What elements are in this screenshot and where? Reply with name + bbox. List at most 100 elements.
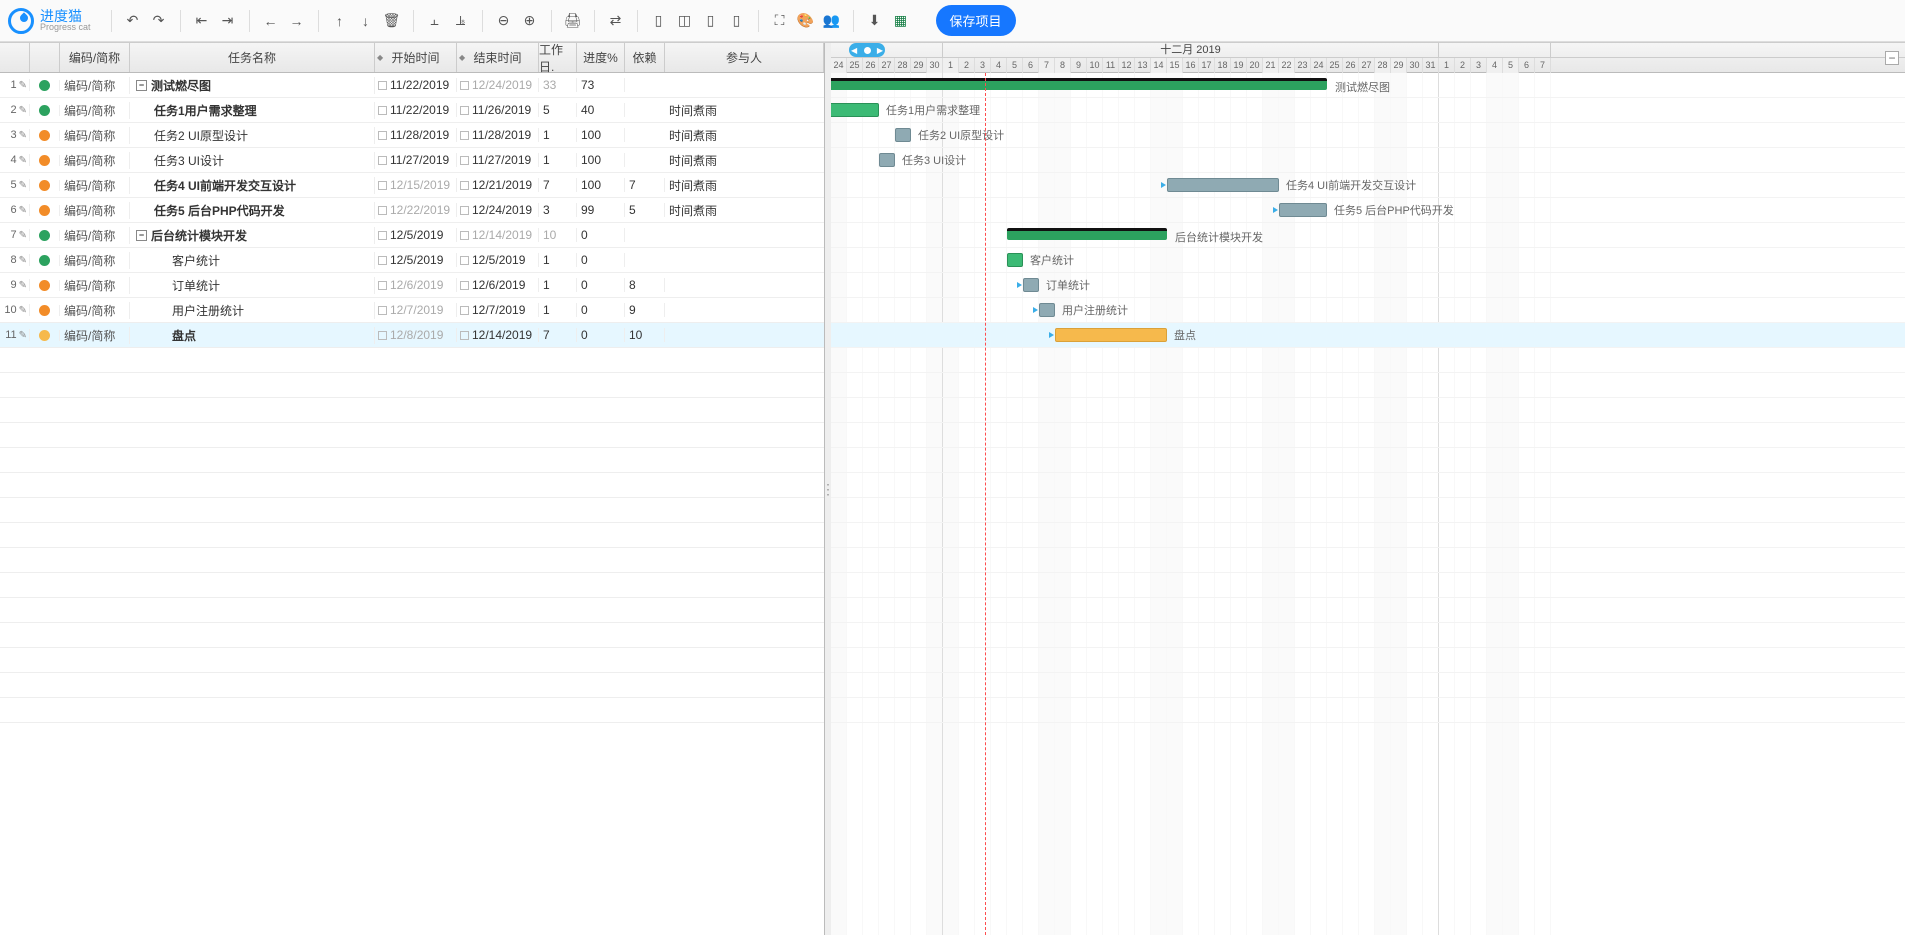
gantt-row[interactable]	[831, 473, 1905, 498]
people-cell[interactable]: 时间煮雨	[665, 127, 805, 144]
dep-cell[interactable]: 10	[625, 328, 665, 342]
days-cell[interactable]: 1	[539, 253, 577, 267]
edit-icon[interactable]: ✎	[19, 80, 27, 91]
start-cell[interactable]: 12/15/2019	[375, 178, 457, 192]
code-cell[interactable]: 编码/简称	[60, 302, 130, 319]
gantt-bar[interactable]: 用户注册统计	[1039, 303, 1055, 317]
col-end-header[interactable]: ◆结束时间	[457, 43, 539, 72]
indent-icon[interactable]: ⇥	[217, 10, 239, 32]
table-row[interactable]	[0, 698, 824, 723]
days-cell[interactable]: 5	[539, 103, 577, 117]
gantt-bar[interactable]: 订单统计	[1023, 278, 1039, 292]
name-cell[interactable]: 任务3 UI设计	[130, 152, 375, 169]
edit-icon[interactable]: ✎	[19, 305, 27, 316]
table-row[interactable]: 2✎编码/简称任务1用户需求整理11/22/201911/26/2019540时…	[0, 98, 824, 123]
start-cell[interactable]: 12/8/2019	[375, 328, 457, 342]
progress-cell[interactable]: 99	[577, 203, 625, 217]
gantt-row[interactable]	[831, 673, 1905, 698]
print-icon[interactable]: 🖨	[562, 10, 584, 32]
end-cell[interactable]: 12/6/2019	[457, 278, 539, 292]
progress-cell[interactable]: 0	[577, 303, 625, 317]
gantt-row[interactable]: 客户统计	[831, 248, 1905, 273]
table-row[interactable]	[0, 348, 824, 373]
gantt-row[interactable]: 73%测试燃尽图	[831, 73, 1905, 98]
table-row[interactable]	[0, 573, 824, 598]
move-left-icon[interactable]: ←	[260, 10, 282, 32]
layout3-icon[interactable]: ▯	[700, 10, 722, 32]
start-cell[interactable]: 11/27/2019	[375, 153, 457, 167]
name-cell[interactable]: 订单统计	[130, 277, 375, 294]
table-row[interactable]: 6✎编码/简称任务5 后台PHP代码开发12/22/201912/24/2019…	[0, 198, 824, 223]
users-icon[interactable]: 👥	[821, 10, 843, 32]
table-row[interactable]: 4✎编码/简称任务3 UI设计11/27/201911/27/20191100时…	[0, 148, 824, 173]
gantt-bar[interactable]: 盘点	[1055, 328, 1167, 342]
name-cell[interactable]: 任务1用户需求整理	[130, 102, 375, 119]
gantt-row[interactable]: 用户注册统计	[831, 298, 1905, 323]
gantt-bar[interactable]: 40%任务1用户需求整理	[831, 103, 879, 117]
layout4-icon[interactable]: ▯	[726, 10, 748, 32]
gantt-row[interactable]: 盘点	[831, 323, 1905, 348]
expand-toggle[interactable]: −	[136, 80, 147, 91]
people-cell[interactable]: 时间煮雨	[665, 102, 805, 119]
end-cell[interactable]: 12/24/2019	[457, 203, 539, 217]
table-row[interactable]: 8✎编码/简称客户统计12/5/201912/5/201910	[0, 248, 824, 273]
dep-cell[interactable]: 8	[625, 278, 665, 292]
progress-cell[interactable]: 0	[577, 278, 625, 292]
people-cell[interactable]: 时间煮雨	[665, 152, 805, 169]
gantt-row[interactable]	[831, 698, 1905, 723]
gantt-bar[interactable]: 任务3 UI设计	[879, 153, 895, 167]
save-button[interactable]: 保存项目	[936, 5, 1016, 36]
end-cell[interactable]: 12/14/2019	[457, 228, 539, 242]
days-cell[interactable]: 1	[539, 303, 577, 317]
progress-cell[interactable]: 0	[577, 228, 625, 242]
gantt-row[interactable]	[831, 423, 1905, 448]
start-cell[interactable]: 12/5/2019	[375, 228, 457, 242]
code-cell[interactable]: 编码/简称	[60, 77, 130, 94]
table-row[interactable]: 9✎编码/简称订单统计12/6/201912/6/2019108	[0, 273, 824, 298]
edit-icon[interactable]: ✎	[19, 230, 27, 241]
name-cell[interactable]: 任务2 UI原型设计	[130, 127, 375, 144]
end-cell[interactable]: 12/21/2019	[457, 178, 539, 192]
timeline-marker[interactable]: ◀▶	[849, 43, 885, 57]
progress-cell[interactable]: 100	[577, 178, 625, 192]
people-cell[interactable]: 时间煮雨	[665, 177, 805, 194]
gantt-row[interactable]	[831, 598, 1905, 623]
dep-cell[interactable]: 7	[625, 178, 665, 192]
end-cell[interactable]: 11/27/2019	[457, 153, 539, 167]
end-cell[interactable]: 12/7/2019	[457, 303, 539, 317]
zoom-in-icon[interactable]: ⊕	[519, 10, 541, 32]
code-cell[interactable]: 编码/简称	[60, 202, 130, 219]
table-row[interactable]	[0, 548, 824, 573]
edit-icon[interactable]: ✎	[19, 205, 27, 216]
layout1-icon[interactable]: ▯	[648, 10, 670, 32]
download-icon[interactable]: ⬇	[864, 10, 886, 32]
move-right-icon[interactable]: →	[286, 10, 308, 32]
end-cell[interactable]: 12/24/2019	[457, 78, 539, 92]
code-cell[interactable]: 编码/简称	[60, 277, 130, 294]
gantt-row[interactable]	[831, 498, 1905, 523]
table-row[interactable]	[0, 473, 824, 498]
code-cell[interactable]: 编码/简称	[60, 227, 130, 244]
table-row[interactable]	[0, 523, 824, 548]
table-row[interactable]: 5✎编码/简称任务4 UI前端开发交互设计12/15/201912/21/201…	[0, 173, 824, 198]
gantt-bar[interactable]: 客户统计	[1007, 253, 1023, 267]
edit-icon[interactable]: ✎	[19, 255, 27, 266]
gantt-row[interactable]	[831, 548, 1905, 573]
move-down-icon[interactable]: ↓	[355, 10, 377, 32]
undo-icon[interactable]: ↶	[122, 10, 144, 32]
gantt-row[interactable]	[831, 623, 1905, 648]
col-days-header[interactable]: 工作日.	[539, 43, 577, 72]
gantt-bar[interactable]: 73%测试燃尽图	[831, 78, 1327, 90]
code-cell[interactable]: 编码/简称	[60, 252, 130, 269]
code-cell[interactable]: 编码/简称	[60, 127, 130, 144]
col-code-header[interactable]: 编码/简称	[60, 43, 130, 72]
gantt-row[interactable]: 任务5 后台PHP代码开发	[831, 198, 1905, 223]
people-cell[interactable]: 时间煮雨	[665, 202, 805, 219]
dep-cell[interactable]: 9	[625, 303, 665, 317]
code-cell[interactable]: 编码/简称	[60, 102, 130, 119]
dep-cell[interactable]: 5	[625, 203, 665, 217]
table-row[interactable]: 7✎编码/简称−后台统计模块开发12/5/201912/14/2019100	[0, 223, 824, 248]
days-cell[interactable]: 1	[539, 128, 577, 142]
start-cell[interactable]: 12/7/2019	[375, 303, 457, 317]
gantt-row[interactable]: 任务2 UI原型设计	[831, 123, 1905, 148]
